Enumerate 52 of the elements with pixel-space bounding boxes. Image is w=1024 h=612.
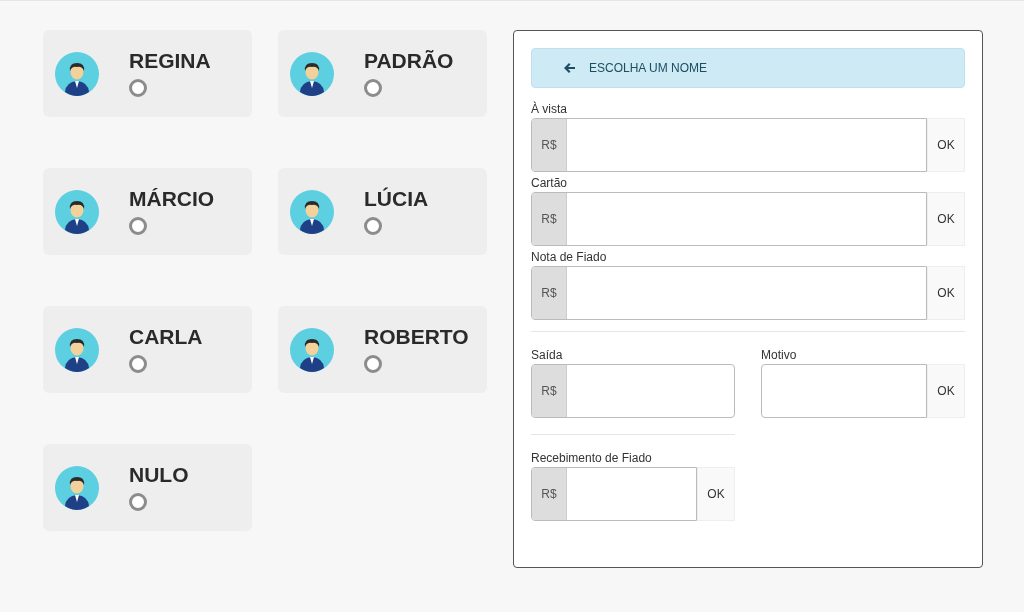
currency-prefix: R$	[532, 193, 567, 245]
radio-button[interactable]	[364, 78, 382, 97]
amount-field[interactable]: R$	[531, 192, 927, 246]
banner-text: ESCOLHA UM NOME	[589, 60, 708, 77]
field-label: Recebimento de Fiado	[531, 451, 653, 465]
arrow-left-icon	[564, 63, 575, 73]
radio-button[interactable]	[129, 492, 147, 511]
ok-button[interactable]: OK	[927, 192, 965, 246]
field-label: Saída	[531, 348, 564, 362]
amount-field[interactable]: R$	[531, 118, 927, 172]
field-label: Motivo	[761, 348, 798, 362]
person-name: PADRÃO	[364, 47, 454, 74]
person-card[interactable]: CARLA	[43, 306, 252, 393]
currency-prefix: R$	[532, 267, 567, 319]
avatar-icon	[290, 189, 334, 234]
avatar-icon	[290, 51, 334, 96]
currency-prefix: R$	[532, 365, 567, 417]
person-card[interactable]: MÁRCIO	[43, 168, 252, 255]
person-name: ROBERTO	[364, 323, 469, 350]
avatar-icon	[290, 327, 334, 372]
radio-button[interactable]	[364, 354, 382, 373]
amount-field[interactable]: R$	[531, 364, 735, 418]
avatar-icon	[55, 327, 99, 372]
ok-button[interactable]: OK	[927, 364, 965, 418]
field-label: Nota de Fiado	[531, 250, 608, 264]
field-label: Cartão	[531, 176, 569, 190]
ok-button[interactable]: OK	[927, 266, 965, 320]
radio-button[interactable]	[129, 354, 147, 373]
person-card[interactable]: ROBERTO	[278, 306, 487, 393]
currency-prefix: R$	[532, 468, 567, 520]
person-card[interactable]: NULO	[43, 444, 252, 531]
amount-field[interactable]: R$	[531, 266, 927, 320]
person-card[interactable]: LÚCIA	[278, 168, 487, 255]
radio-button[interactable]	[129, 78, 147, 97]
avatar-icon	[55, 51, 99, 96]
field-label: À vista	[531, 102, 568, 116]
person-name: NULO	[129, 461, 189, 488]
person-card[interactable]: REGINA	[43, 30, 252, 117]
person-card[interactable]: PADRÃO	[278, 30, 487, 117]
person-name: LÚCIA	[364, 185, 429, 212]
radio-button[interactable]	[129, 216, 147, 235]
person-name: CARLA	[129, 323, 203, 350]
reason-field[interactable]	[761, 364, 927, 418]
radio-button[interactable]	[364, 216, 382, 235]
ok-button[interactable]: OK	[697, 467, 735, 521]
person-name: REGINA	[129, 47, 211, 74]
person-name: MÁRCIO	[129, 185, 215, 212]
avatar-icon	[55, 465, 99, 510]
amount-field[interactable]: R$	[531, 467, 697, 521]
currency-prefix: R$	[532, 119, 567, 171]
avatar-icon	[55, 189, 99, 234]
ok-button[interactable]: OK	[927, 118, 965, 172]
